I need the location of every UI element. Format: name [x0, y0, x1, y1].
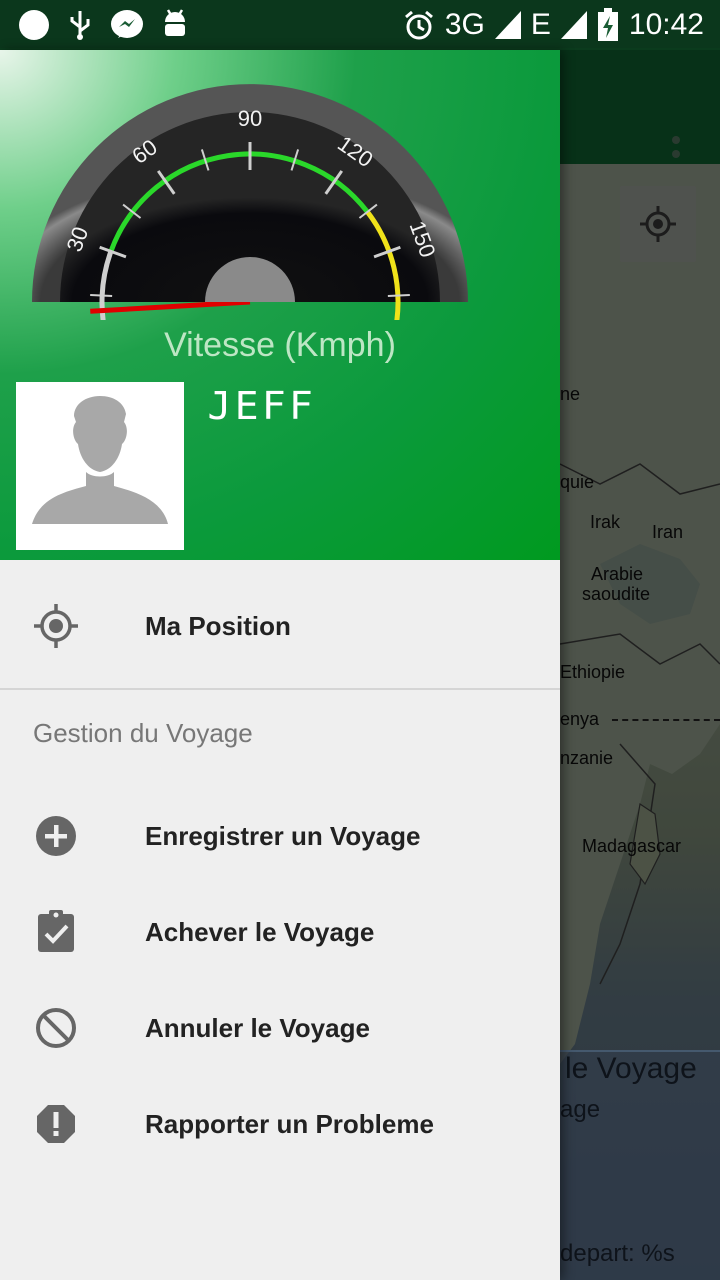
network-type2-label: E [530, 8, 551, 41]
navigation-drawer: 0306090120150180 Vitesse (Kmph) JEFF Ma … [0, 50, 560, 1280]
usb-icon [70, 11, 90, 40]
gauge-tick-label: 90 [238, 106, 262, 131]
alarm-icon [404, 10, 433, 40]
speed-unit-label: Vitesse (Kmph) [164, 326, 396, 364]
signal-icon [494, 11, 521, 39]
my-location-icon [34, 604, 78, 648]
messenger-icon [111, 10, 143, 38]
menu-item-cancel-trip[interactable]: Annuler le Voyage [0, 980, 560, 1076]
avatar[interactable] [16, 382, 184, 550]
user-name: JEFF [207, 384, 317, 428]
menu-item-report-problem[interactable]: Rapporter un Probleme [0, 1076, 560, 1172]
report-icon [37, 1105, 75, 1143]
gauge-needle [90, 299, 251, 314]
block-icon [36, 1008, 76, 1048]
status-bar: 3G E 10:42 [0, 0, 720, 50]
menu-item-label: Rapporter un Probleme [145, 1109, 434, 1139]
person-placeholder-icon [32, 396, 168, 524]
battery-charging-icon [597, 8, 618, 41]
section-header: Gestion du Voyage [33, 718, 253, 748]
drawer-header: 0306090120150180 Vitesse (Kmph) JEFF [0, 50, 560, 560]
menu-divider [0, 688, 560, 690]
menu-item-complete-trip[interactable]: Achever le Voyage [0, 884, 560, 980]
status-time: 10:42 [628, 8, 704, 41]
add-circle-icon [36, 816, 76, 856]
signal2-icon [560, 11, 587, 39]
android-debug-icon [165, 9, 185, 36]
assignment-check-icon [38, 910, 74, 952]
menu-item-label: Achever le Voyage [145, 917, 375, 947]
notification-dot-icon [19, 10, 49, 40]
gauge-tick [90, 294, 113, 297]
menu-item-label: Enregistrer un Voyage [145, 821, 421, 851]
speedometer-gauge: 0306090120150180 [32, 84, 468, 320]
network-type-label: 3G [444, 8, 485, 41]
gauge-tick [387, 294, 410, 297]
menu-item-label: Ma Position [145, 611, 291, 641]
menu-item-register-trip[interactable]: Enregistrer un Voyage [0, 788, 560, 884]
menu-item-my-position[interactable]: Ma Position [0, 578, 560, 674]
menu-item-label: Annuler le Voyage [145, 1013, 370, 1043]
